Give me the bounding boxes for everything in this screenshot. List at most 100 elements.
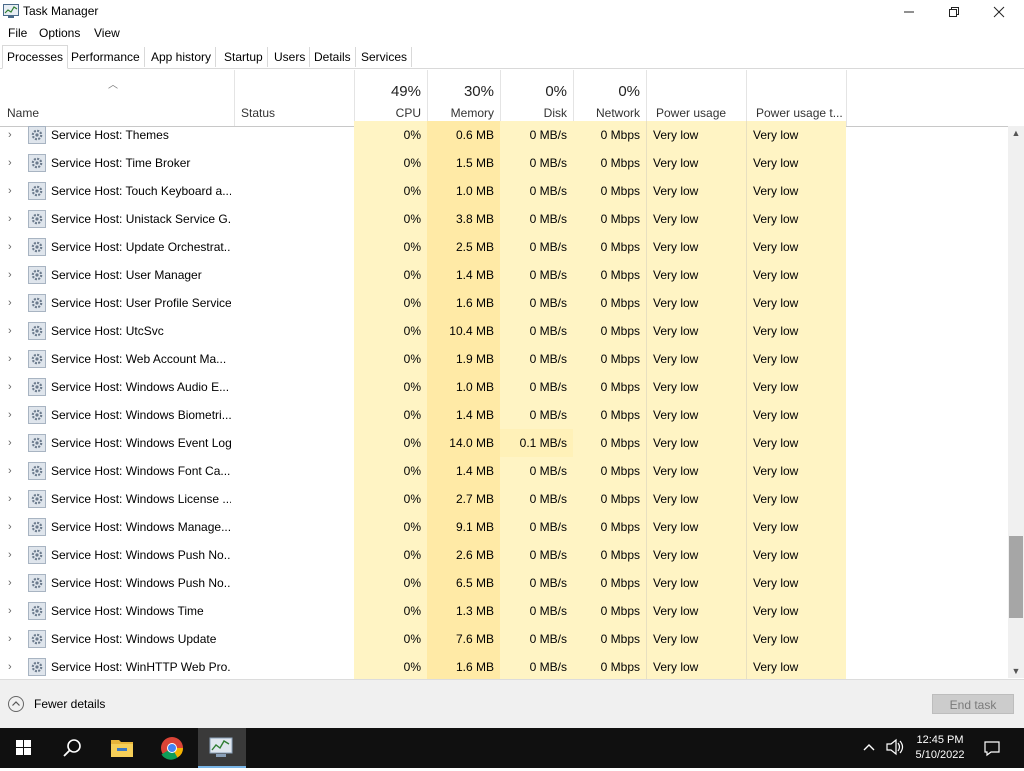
task-manager-taskbar-button[interactable] <box>198 728 246 768</box>
chevron-right-icon[interactable]: › <box>8 485 18 513</box>
tab-app-history[interactable]: App history <box>147 47 217 67</box>
table-row[interactable]: › Service Host: UtcSvc 0% 10.4 MB 0 MB/s 0 Mb… <box>0 317 1008 345</box>
table-row[interactable]: › Service Host: Windows Font Ca... 0% 1.4 M… <box>0 457 1008 485</box>
process-name: Service Host: WinHTTP Web Pro... <box>51 660 231 674</box>
table-row[interactable]: › Service Host: Web Account Ma... 0% 1.9 MB… <box>0 345 1008 373</box>
table-row[interactable]: › Service Host: Windows Push No... 0% 2.6 M… <box>0 541 1008 569</box>
chevron-right-icon[interactable]: › <box>8 653 18 679</box>
start-button[interactable] <box>0 728 48 768</box>
scroll-down-icon[interactable]: ▼ <box>1008 666 1024 676</box>
table-row[interactable]: › Service Host: User Profile Service 0% 1.6… <box>0 289 1008 317</box>
process-name: Service Host: Windows Push No... <box>51 576 231 590</box>
table-row[interactable]: › Service Host: Windows Event Log 0% 14.0 M… <box>0 429 1008 457</box>
close-button[interactable] <box>976 0 1022 24</box>
table-row[interactable]: › Service Host: Update Orchestrat... 0% 2.5… <box>0 233 1008 261</box>
chevron-right-icon[interactable]: › <box>8 149 18 177</box>
clock[interactable]: 12:45 PM 5/10/2022 <box>912 733 968 763</box>
chevron-right-icon[interactable]: › <box>8 205 18 233</box>
network-value: 0 Mbps <box>600 604 640 618</box>
header-power-trend[interactable]: Power usage t... <box>746 70 847 126</box>
memory-value: 1.0 MB <box>455 184 494 198</box>
chevron-right-icon[interactable]: › <box>8 597 18 625</box>
chevron-right-icon[interactable]: › <box>8 345 18 373</box>
taskbar: 12:45 PM 5/10/2022 <box>0 728 1024 768</box>
scrollbar-thumb[interactable] <box>1009 536 1023 618</box>
table-row[interactable]: › Service Host: Touch Keyboard a... 0% 1.0 … <box>0 177 1008 205</box>
header-status[interactable]: Status <box>234 70 355 126</box>
process-name: Service Host: Windows License ... <box>51 492 231 506</box>
table-row[interactable]: › Service Host: WinHTTP Web Pro... 0% 1.6 M… <box>0 653 1008 679</box>
service-host-icon <box>28 322 46 340</box>
chevron-right-icon[interactable]: › <box>8 373 18 401</box>
minimize-button[interactable] <box>886 0 932 24</box>
process-name: Service Host: Update Orchestrat... <box>51 240 231 254</box>
chevron-right-icon[interactable]: › <box>8 177 18 205</box>
search-icon <box>63 739 81 757</box>
chevron-right-icon[interactable]: › <box>8 513 18 541</box>
tab-services[interactable]: Services <box>357 47 413 67</box>
chrome-button[interactable] <box>148 728 196 768</box>
memory-value: 3.8 MB <box>455 212 494 226</box>
service-host-icon <box>28 434 46 452</box>
notification-icon[interactable] <box>982 738 1002 758</box>
table-row[interactable]: › Service Host: Themes 0% 0.6 MB 0 MB/s 0 Mbp… <box>0 121 1008 149</box>
speaker-icon[interactable] <box>885 738 905 756</box>
chevron-right-icon[interactable]: › <box>8 429 18 457</box>
header-network[interactable]: 0% Network <box>573 70 647 126</box>
table-row[interactable]: › Service Host: Windows Audio E... 0% 1.0 M… <box>0 373 1008 401</box>
chevron-right-icon[interactable]: › <box>8 289 18 317</box>
chevron-up-icon[interactable] <box>862 740 876 754</box>
chevron-right-icon[interactable]: › <box>8 457 18 485</box>
header-power-label: Power usage <box>656 106 727 120</box>
tab-startup[interactable]: Startup <box>220 47 268 67</box>
title-bar[interactable]: Task Manager <box>0 0 1024 24</box>
memory-value: 1.4 MB <box>455 408 494 422</box>
table-row[interactable]: › Service Host: Time Broker 0% 1.5 MB 0 MB/s… <box>0 149 1008 177</box>
table-row[interactable]: › Service Host: Windows Biometri... 0% 1.4 … <box>0 401 1008 429</box>
chevron-right-icon[interactable]: › <box>8 261 18 289</box>
tab-details[interactable]: Details <box>310 47 356 67</box>
service-host-icon <box>28 462 46 480</box>
header-memory[interactable]: 30% Memory <box>427 70 501 126</box>
tab-processes[interactable]: Processes <box>2 45 69 69</box>
restore-button[interactable] <box>931 0 977 24</box>
chevron-right-icon[interactable]: › <box>8 625 18 653</box>
memory-value: 1.6 MB <box>455 296 494 310</box>
chevron-right-icon[interactable]: › <box>8 121 18 149</box>
table-row[interactable]: › Service Host: Windows Manage... 0% 9.1 MB… <box>0 513 1008 541</box>
header-name[interactable]: ︿ Name <box>0 70 235 126</box>
table-row[interactable]: › Service Host: Windows License ... 0% 2.7 … <box>0 485 1008 513</box>
chevron-right-icon[interactable]: › <box>8 401 18 429</box>
file-explorer-button[interactable] <box>98 728 146 768</box>
tab-performance[interactable]: Performance <box>67 47 145 67</box>
search-button[interactable] <box>48 728 96 768</box>
header-disk[interactable]: 0% Disk <box>500 70 574 126</box>
column-header: ︿ Name Status 49% CPU 30% Memory 0% Disk… <box>0 70 1024 127</box>
power-trend-value: Very low <box>753 324 799 338</box>
process-name: Service Host: Time Broker <box>51 156 191 170</box>
menu-view[interactable]: View <box>94 26 120 40</box>
chevron-right-icon[interactable]: › <box>8 233 18 261</box>
power-trend-value: Very low <box>753 548 799 562</box>
table-row[interactable]: › Service Host: Windows Update 0% 7.6 MB 0 M… <box>0 625 1008 653</box>
table-row[interactable]: › Service Host: User Manager 0% 1.4 MB 0 MB/… <box>0 261 1008 289</box>
service-host-icon <box>28 294 46 312</box>
end-task-button[interactable]: End task <box>932 694 1014 714</box>
table-row[interactable]: › Service Host: Unistack Service G... 0% 3.… <box>0 205 1008 233</box>
menu-options[interactable]: Options <box>39 26 80 40</box>
table-row[interactable]: › Service Host: Windows Time 0% 1.3 MB 0 MB/… <box>0 597 1008 625</box>
table-row[interactable]: › Service Host: Windows Push No... 0% 6.5 M… <box>0 569 1008 597</box>
header-status-label: Status <box>241 106 276 120</box>
network-value: 0 Mbps <box>600 296 640 310</box>
chevron-right-icon[interactable]: › <box>8 541 18 569</box>
menu-file[interactable]: File <box>8 26 27 40</box>
vertical-scrollbar[interactable]: ▲ ▼ <box>1008 126 1024 678</box>
chevron-right-icon[interactable]: › <box>8 569 18 597</box>
tab-users[interactable]: Users <box>270 47 311 67</box>
scroll-up-icon[interactable]: ▲ <box>1008 128 1024 138</box>
header-power-usage[interactable]: Power usage <box>646 70 747 126</box>
windows-start-icon <box>16 740 31 755</box>
header-cpu[interactable]: 49% CPU <box>354 70 428 126</box>
chevron-right-icon[interactable]: › <box>8 317 18 345</box>
cpu-value: 0% <box>403 268 421 282</box>
